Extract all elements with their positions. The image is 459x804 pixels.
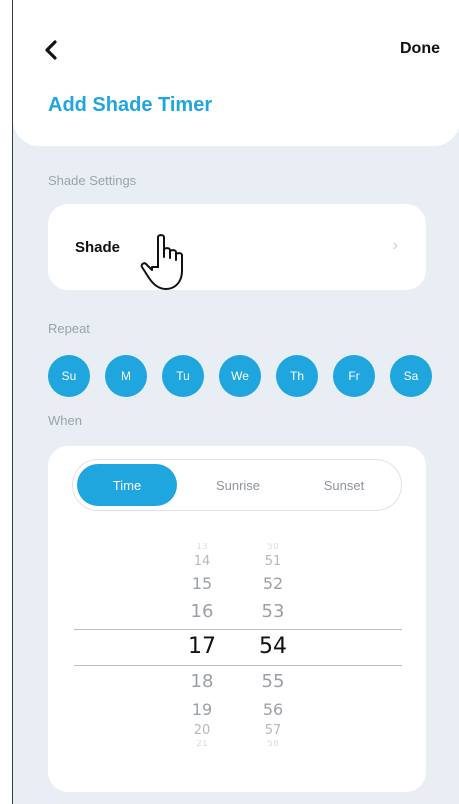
minute-50[interactable]: 50 bbox=[243, 543, 303, 551]
repeat-label: Repeat bbox=[48, 321, 90, 336]
picker-divider-bottom bbox=[74, 665, 402, 666]
minute-53[interactable]: 53 bbox=[243, 601, 303, 622]
day-th[interactable]: Th bbox=[276, 355, 318, 397]
day-we[interactable]: We bbox=[219, 355, 261, 397]
day-sa[interactable]: Sa bbox=[390, 355, 432, 397]
hour-15[interactable]: 15 bbox=[172, 574, 232, 593]
hour-21[interactable]: 21 bbox=[172, 740, 232, 748]
hour-13[interactable]: 13 bbox=[172, 543, 232, 551]
minute-52[interactable]: 52 bbox=[243, 574, 303, 593]
shade-selector[interactable]: Shade › bbox=[48, 204, 426, 290]
day-tu[interactable]: Tu bbox=[162, 355, 204, 397]
page-title: Add Shade Timer bbox=[48, 94, 213, 116]
chevron-right-icon: › bbox=[392, 237, 398, 254]
chevron-left-icon bbox=[45, 40, 57, 60]
when-segmented-control: Time Sunrise Sunset bbox=[72, 459, 402, 511]
picker-divider-top bbox=[74, 629, 402, 630]
done-button[interactable]: Done bbox=[400, 40, 440, 58]
hour-20[interactable]: 20 bbox=[172, 723, 232, 738]
minute-selected[interactable]: 54 bbox=[243, 634, 303, 659]
when-card: Time Sunrise Sunset 13 14 15 16 17 18 19… bbox=[48, 446, 426, 792]
minute-58[interactable]: 58 bbox=[243, 740, 303, 748]
hour-16[interactable]: 16 bbox=[172, 601, 232, 622]
hour-19[interactable]: 19 bbox=[172, 700, 232, 719]
hour-14[interactable]: 14 bbox=[172, 554, 232, 569]
tab-sunrise[interactable]: Sunrise bbox=[188, 464, 288, 506]
header: Done Add Shade Timer bbox=[13, 0, 459, 146]
hour-selected[interactable]: 17 bbox=[172, 634, 232, 659]
minute-56[interactable]: 56 bbox=[243, 700, 303, 719]
when-label: When bbox=[48, 413, 82, 428]
hour-18[interactable]: 18 bbox=[172, 671, 232, 692]
day-su[interactable]: Su bbox=[48, 355, 90, 397]
minute-55[interactable]: 55 bbox=[243, 671, 303, 692]
back-button[interactable] bbox=[39, 38, 63, 62]
tab-sunset[interactable]: Sunset bbox=[294, 464, 394, 506]
minute-51[interactable]: 51 bbox=[243, 554, 303, 569]
repeat-days: Su M Tu We Th Fr Sa bbox=[48, 355, 432, 397]
app-screen: Done Add Shade Timer Shade Settings Shad… bbox=[12, 0, 459, 804]
day-fr[interactable]: Fr bbox=[333, 355, 375, 397]
shade-label: Shade bbox=[75, 239, 121, 256]
shade-settings-label: Shade Settings bbox=[48, 173, 137, 188]
minute-57[interactable]: 57 bbox=[243, 723, 303, 738]
tab-time[interactable]: Time bbox=[77, 464, 177, 506]
day-m[interactable]: M bbox=[105, 355, 147, 397]
pointer-hand-icon bbox=[140, 234, 183, 290]
